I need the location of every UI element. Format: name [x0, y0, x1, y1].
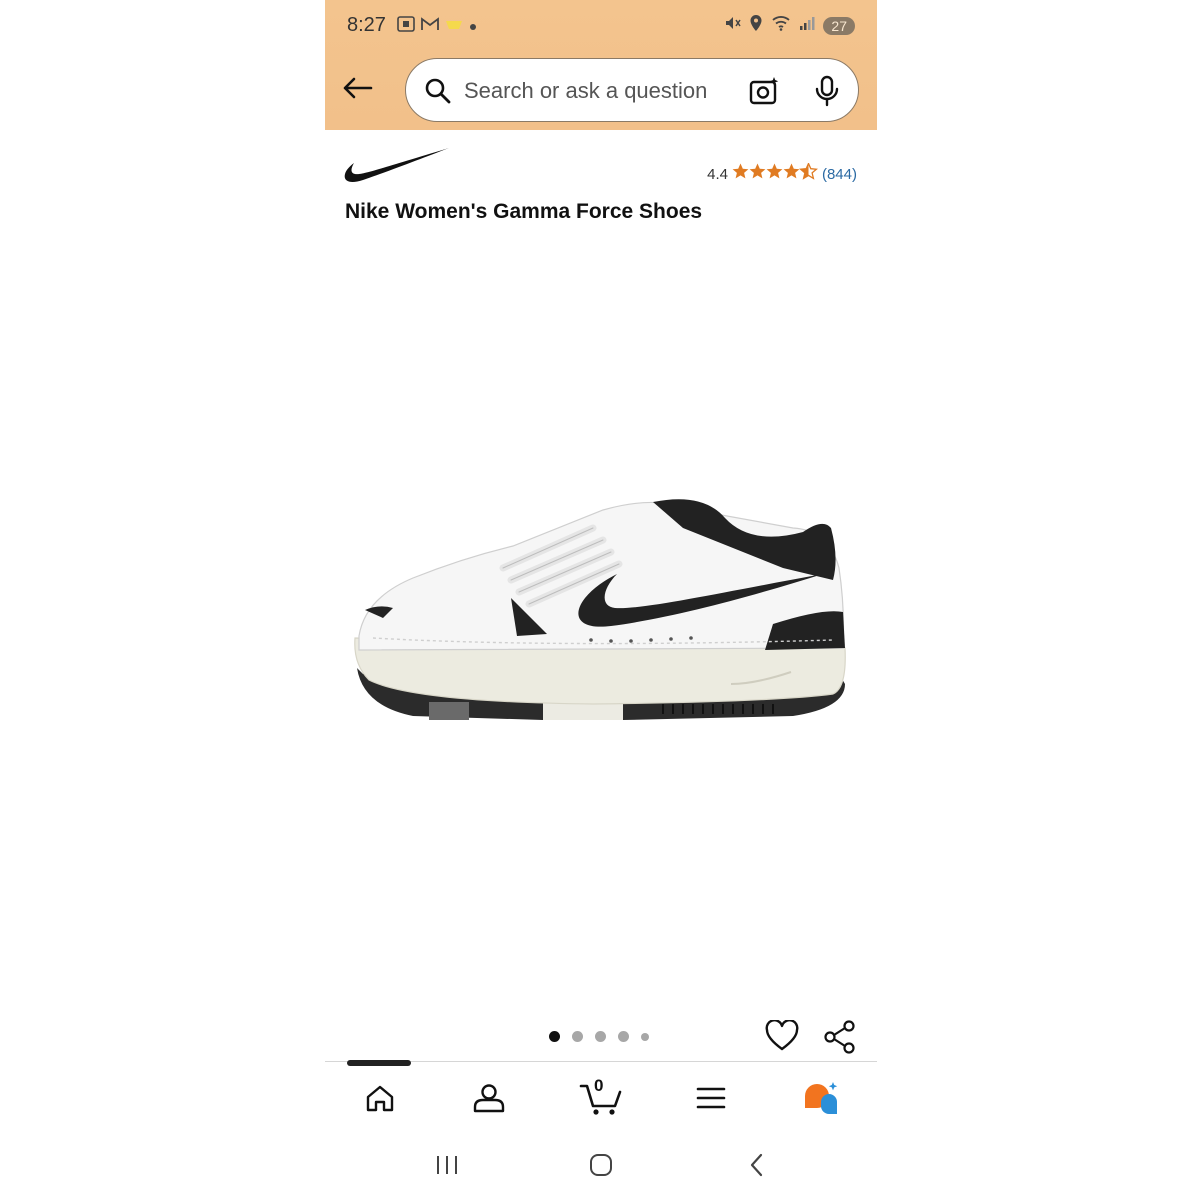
rating-value: 4.4 — [707, 165, 728, 183]
mute-icon — [723, 14, 742, 37]
home-circle-icon — [590, 1154, 612, 1176]
rating-summary[interactable]: 4.4 (844) — [707, 161, 857, 185]
menu-icon — [696, 1087, 726, 1109]
rating-stars-icon — [732, 161, 818, 185]
cart-count: 0 — [594, 1076, 604, 1095]
home-system-button[interactable] — [581, 1150, 621, 1180]
screenshot-icon — [397, 16, 415, 37]
nav-rufus-assistant[interactable] — [801, 1078, 841, 1118]
carousel-dot[interactable] — [572, 1031, 583, 1042]
carousel-dot[interactable] — [641, 1032, 649, 1041]
assistant-icon — [805, 1082, 838, 1114]
search-input[interactable] — [464, 73, 734, 109]
chevron-left-icon — [750, 1153, 763, 1177]
gmail-icon — [421, 17, 439, 36]
system-back-button[interactable] — [737, 1150, 777, 1180]
share-icon — [824, 1020, 855, 1054]
system-status-icons: 27 — [723, 14, 855, 37]
nav-cart[interactable]: 0 — [579, 1076, 623, 1118]
battery-indicator: 27 — [823, 16, 855, 35]
product-image[interactable] — [353, 488, 849, 733]
review-count-link[interactable]: (844) — [822, 166, 857, 183]
wifi-icon — [771, 15, 791, 36]
wishlist-button[interactable] — [765, 1019, 799, 1057]
carousel-dot[interactable] — [549, 1031, 560, 1042]
search-bar[interactable] — [405, 58, 859, 122]
heart-icon — [765, 1019, 799, 1051]
carousel-dot[interactable] — [595, 1031, 606, 1042]
recent-apps-icon — [437, 1156, 457, 1174]
nike-logo[interactable] — [343, 146, 451, 193]
share-button[interactable] — [823, 1020, 857, 1059]
notification-icons — [397, 16, 477, 37]
location-icon — [749, 14, 763, 37]
home-icon — [366, 1085, 394, 1112]
recent-apps-button[interactable] — [427, 1150, 467, 1180]
app-notification-icon — [445, 18, 463, 36]
signal-icon — [799, 15, 815, 36]
microphone-icon[interactable] — [814, 75, 840, 112]
product-title: Nike Women's Gamma Force Shoes — [345, 200, 703, 223]
image-carousel-dots[interactable] — [549, 1031, 649, 1042]
search-icon — [424, 77, 452, 110]
nav-account[interactable] — [469, 1078, 509, 1118]
app-screen: 8:27 27 Search or ask a question 4.4 (84… — [325, 0, 877, 1200]
camera-search-icon[interactable] — [748, 75, 780, 112]
account-icon — [473, 1084, 505, 1113]
more-notifications-dot — [469, 18, 477, 36]
active-tab-indicator — [347, 1060, 411, 1066]
back-button[interactable] — [339, 70, 375, 106]
nav-home[interactable] — [360, 1078, 400, 1118]
nav-menu[interactable] — [691, 1078, 731, 1118]
back-arrow-icon — [343, 77, 373, 99]
status-time: 8:27 — [347, 14, 386, 36]
status-bar: 8:27 27 — [325, 0, 877, 52]
top-header: 8:27 27 Search or ask a question — [325, 0, 877, 130]
carousel-dot[interactable] — [618, 1031, 629, 1042]
